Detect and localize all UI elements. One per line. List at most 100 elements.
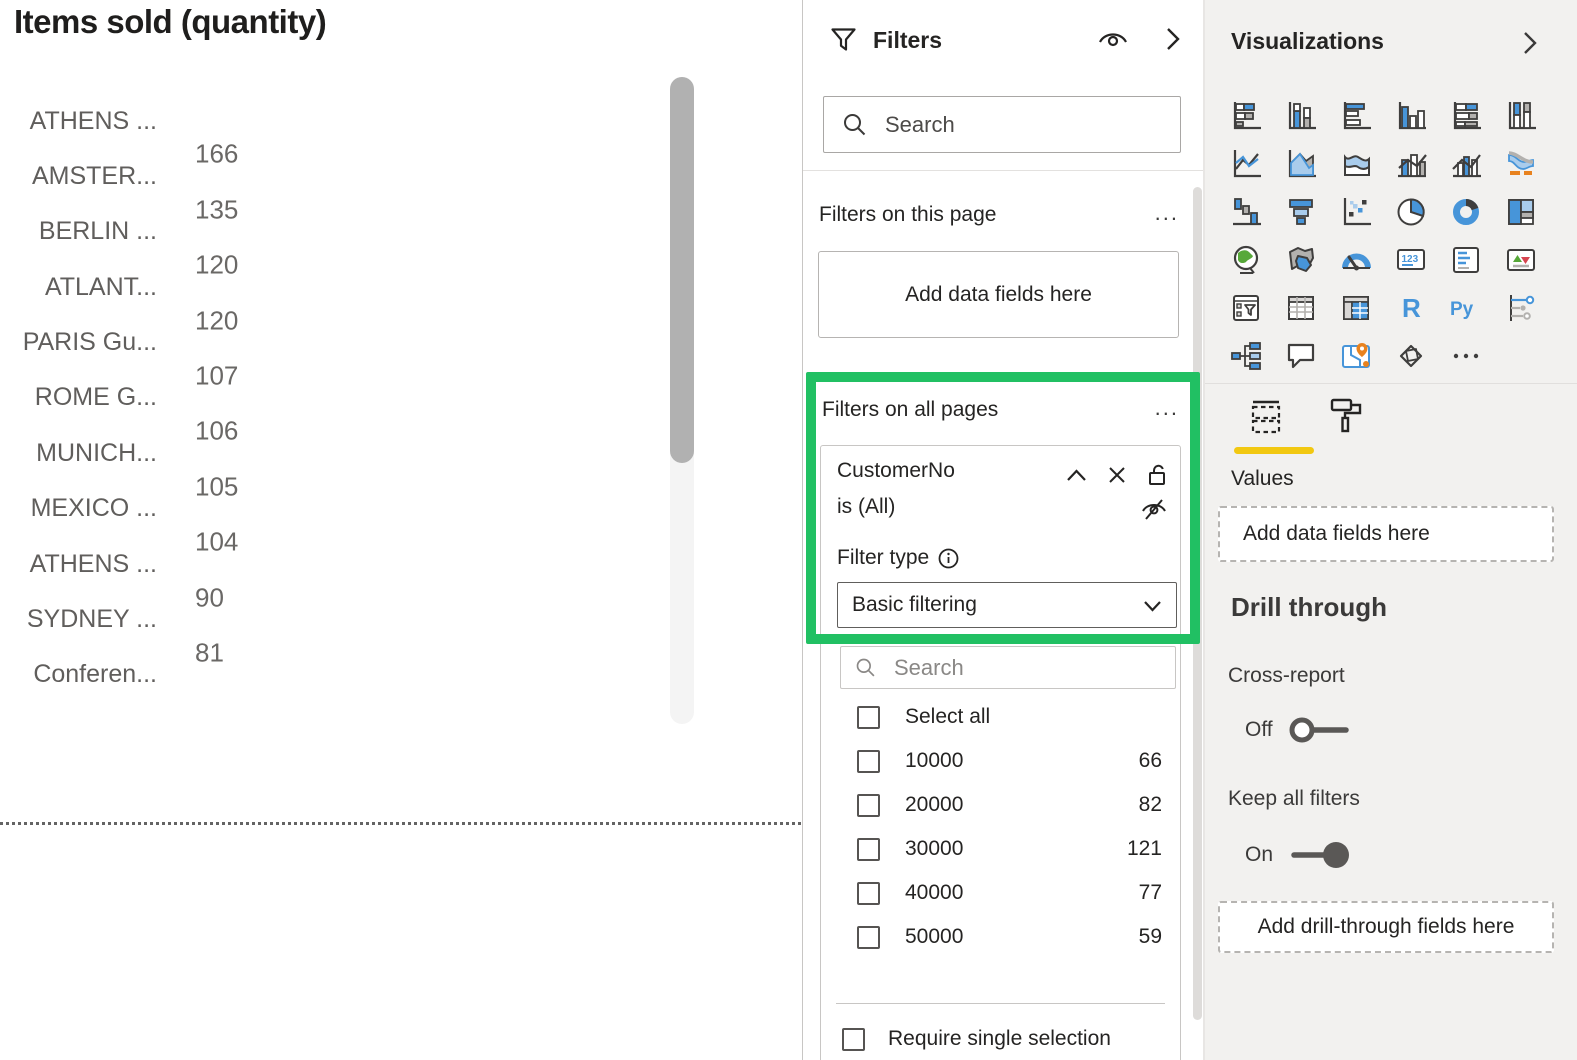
funnel-chart-icon[interactable] [1284,195,1318,229]
checkbox[interactable] [857,794,880,817]
stacked-bar-chart-icon[interactable] [1229,99,1263,133]
line-chart-icon[interactable] [1229,147,1263,181]
checkbox[interactable] [857,926,880,949]
cross-report-toggle[interactable] [1287,712,1353,748]
arcgis-map-icon[interactable] [1339,339,1373,373]
category-label: ATLANT... [14,273,157,302]
decomposition-tree-icon[interactable] [1229,339,1263,373]
collapse-filter-chevron-up-icon[interactable] [1066,468,1087,482]
area-chart-icon[interactable] [1284,147,1318,181]
bar-plot-area: 107 [180,376,654,420]
this-page-more-options-icon[interactable]: ... [1155,206,1179,220]
checkbox[interactable] [857,882,880,905]
key-influencers-icon[interactable] [1504,291,1538,325]
slicer-icon[interactable] [1229,291,1263,325]
card-icon[interactable]: 123 [1394,243,1428,277]
filter-option-row: Select all [821,695,1180,739]
all-pages-more-options-icon[interactable]: ... [1155,401,1179,415]
unlocked-lock-icon[interactable] [1147,463,1167,486]
filter-values-search-box[interactable] [840,646,1176,689]
tab-fields[interactable] [1246,397,1286,439]
power-apps-visual-icon[interactable] [1394,339,1428,373]
filters-search-box[interactable] [823,96,1181,153]
bar-plot-area: 180 [180,99,654,143]
scatter-chart-icon[interactable] [1339,195,1373,229]
tab-format[interactable] [1327,396,1367,440]
line-and-stacked-column-chart-icon[interactable] [1394,147,1428,181]
require-single-selection-row: Require single selection [821,1016,1180,1060]
checkbox[interactable] [857,706,880,729]
clustered-bar-chart-icon[interactable] [1339,99,1373,133]
filter-option-count: 121 [1127,837,1162,861]
bar-row: ATLANT...120 [14,265,654,309]
stacked-area-chart-icon[interactable] [1339,147,1373,181]
filter-option-label: 30000 [905,837,963,861]
bar-plot-area: 105 [180,487,654,531]
collapse-pane-chevron-icon[interactable] [1165,26,1182,52]
treemap-icon[interactable] [1504,195,1538,229]
line-and-clustered-column-chart-icon[interactable] [1449,147,1483,181]
visualizations-pane: Visualizations 123RPy Values Add data fi… [1203,0,1577,1060]
bar-value-label: 107 [195,360,238,391]
filled-map-icon[interactable] [1284,243,1318,277]
chart-scrollbar-thumb[interactable] [670,77,694,463]
r-script-visual-icon[interactable]: R [1394,291,1428,325]
bar-row: ATHENS ...104 [14,542,654,586]
stacked-column-chart-icon[interactable] [1284,99,1318,133]
cross-report-state: Off [1245,718,1273,742]
remove-filter-close-icon[interactable] [1108,466,1126,484]
drill-through-heading: Drill through [1231,592,1387,623]
map-icon[interactable] [1229,243,1263,277]
keep-all-filters-toggle[interactable] [1287,837,1353,873]
table-icon[interactable] [1284,291,1318,325]
clustered-column-chart-icon[interactable] [1394,99,1428,133]
hundred-percent-stacked-bar-chart-icon[interactable] [1449,99,1483,133]
kpi-icon[interactable] [1504,243,1538,277]
keep-all-filters-toggle-row: On [1245,837,1353,873]
drill-through-field-well[interactable]: Add drill-through fields here [1218,901,1554,953]
checkbox[interactable] [857,750,880,773]
bar-plot-area: 120 [180,321,654,365]
ribbon-chart-icon[interactable] [1504,147,1538,181]
gauge-icon[interactable] [1339,243,1373,277]
chart-scrollbar-track[interactable] [670,77,694,724]
filter-option-count: 59 [1139,925,1162,949]
filter-option-count: 77 [1139,881,1162,905]
donut-chart-icon[interactable] [1449,195,1483,229]
python-visual-icon[interactable]: Py [1449,291,1483,325]
chart-title: Items sold (quantity) [14,2,326,42]
filter-field-name: CustomerNo [837,459,955,483]
filter-option-label: Select all [905,705,990,729]
keep-all-filters-label: Keep all filters [1228,787,1360,811]
eye-slash-icon[interactable] [1141,498,1167,521]
matrix-icon[interactable] [1339,291,1373,325]
bar-plot-area: 135 [180,210,654,254]
waterfall-chart-icon[interactable] [1229,195,1263,229]
info-icon[interactable] [938,548,959,569]
svg-text:R: R [1402,293,1421,323]
qna-icon[interactable] [1284,339,1318,373]
more-options-icon[interactable] [1449,339,1483,373]
bar-row: MUNICH...106 [14,431,654,475]
bar-value-label: 180 [123,84,166,115]
pie-chart-icon[interactable] [1394,195,1428,229]
require-single-selection-checkbox[interactable] [842,1028,865,1051]
search-icon [855,657,876,678]
filter-option-label: 50000 [905,925,963,949]
filter-type-label: Filter type [837,546,959,570]
this-page-field-well[interactable]: Add data fields here [818,251,1179,338]
multi-row-card-icon[interactable] [1449,243,1483,277]
bar-row: BERLIN ...135 [14,210,654,254]
checkbox[interactable] [857,838,880,861]
filter-values-search-input[interactable] [894,655,1134,681]
filters-search-input[interactable] [885,112,1125,138]
visualization-type-gallery: 123 R Py [1218,92,1548,380]
collapse-pane-chevron-icon[interactable] [1522,30,1539,56]
bar-row: MEXICO ... 105 [14,487,654,531]
filter-type-dropdown[interactable]: Basic filtering [837,582,1177,628]
eye-icon[interactable] [1097,28,1129,50]
hundred-percent-stacked-column-chart-icon[interactable] [1504,99,1538,133]
filters-scrollbar-thumb[interactable] [1193,187,1202,1020]
category-label: MEXICO ... [14,494,157,523]
values-field-well[interactable]: Add data fields here [1218,506,1554,562]
